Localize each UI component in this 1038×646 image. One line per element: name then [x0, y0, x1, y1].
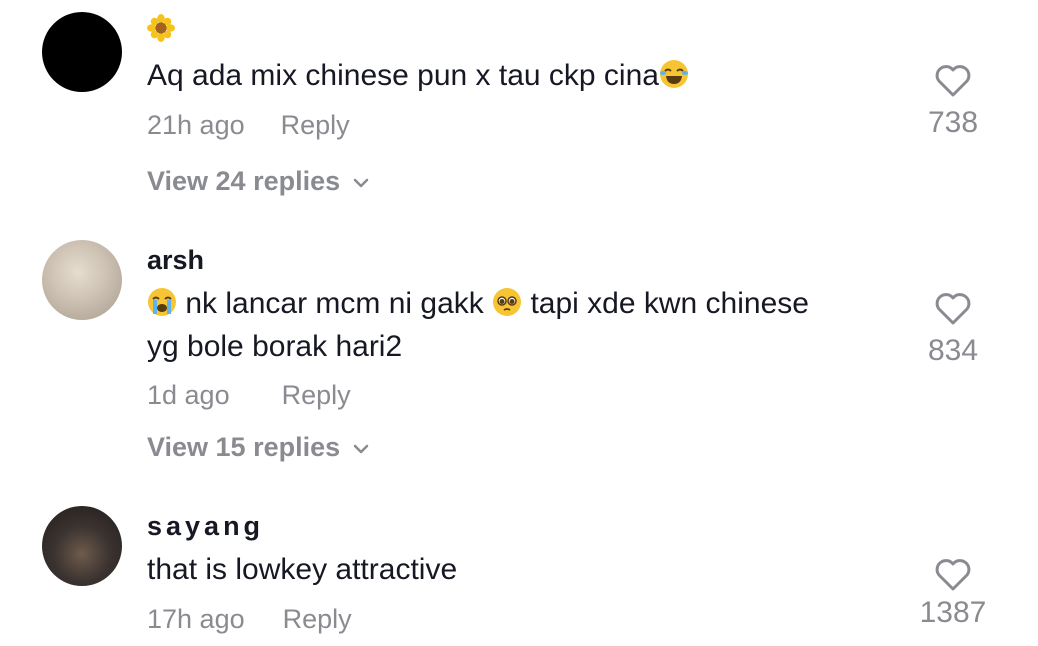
username-emoji[interactable]: [147, 14, 175, 45]
comment-meta: 17h ago Reply: [147, 604, 352, 635]
like-button[interactable]: 834: [908, 292, 998, 368]
heart-icon: [935, 65, 971, 97]
like-count: 834: [927, 334, 979, 367]
sunflower-icon: [147, 14, 175, 42]
comment-text: that is lowkey attractive: [147, 553, 458, 586]
like-count: 738: [927, 106, 979, 139]
reply-button[interactable]: Reply: [281, 110, 350, 140]
avatar[interactable]: [42, 506, 122, 586]
comment-meta: 1d ago Reply: [147, 380, 351, 411]
comment-time: 21h ago: [147, 110, 245, 140]
comment-time: 17h ago: [147, 604, 245, 634]
comment-meta: 21h ago Reply: [147, 110, 350, 141]
like-button[interactable]: 738: [908, 64, 998, 140]
crying-face-icon: [148, 288, 176, 316]
chevron-down-icon: [353, 178, 369, 188]
reply-button[interactable]: Reply: [282, 380, 351, 410]
joy-icon: [659, 60, 688, 88]
chevron-down-icon: [353, 444, 369, 454]
view-replies-button[interactable]: View 15 replies: [147, 432, 370, 463]
username[interactable]: arsh: [147, 245, 204, 276]
view-replies-button[interactable]: View 24 replies: [147, 166, 370, 197]
like-count: 1387: [919, 596, 987, 629]
like-button[interactable]: 1387: [908, 558, 998, 630]
heart-icon: [935, 293, 971, 325]
avatar[interactable]: [42, 240, 122, 320]
reply-button[interactable]: Reply: [283, 604, 352, 634]
username[interactable]: sayang: [147, 511, 264, 542]
heart-icon: [935, 559, 971, 591]
avatar[interactable]: [42, 12, 122, 92]
comment-text: Aq ada mix chinese pun x tau ckp cina: [147, 54, 907, 97]
comment-text: nk lancar mcm ni gakk tapi xde kwn chine…: [147, 287, 809, 363]
pleading-face-icon: [493, 288, 522, 316]
comment-time: 1d ago: [147, 380, 230, 410]
